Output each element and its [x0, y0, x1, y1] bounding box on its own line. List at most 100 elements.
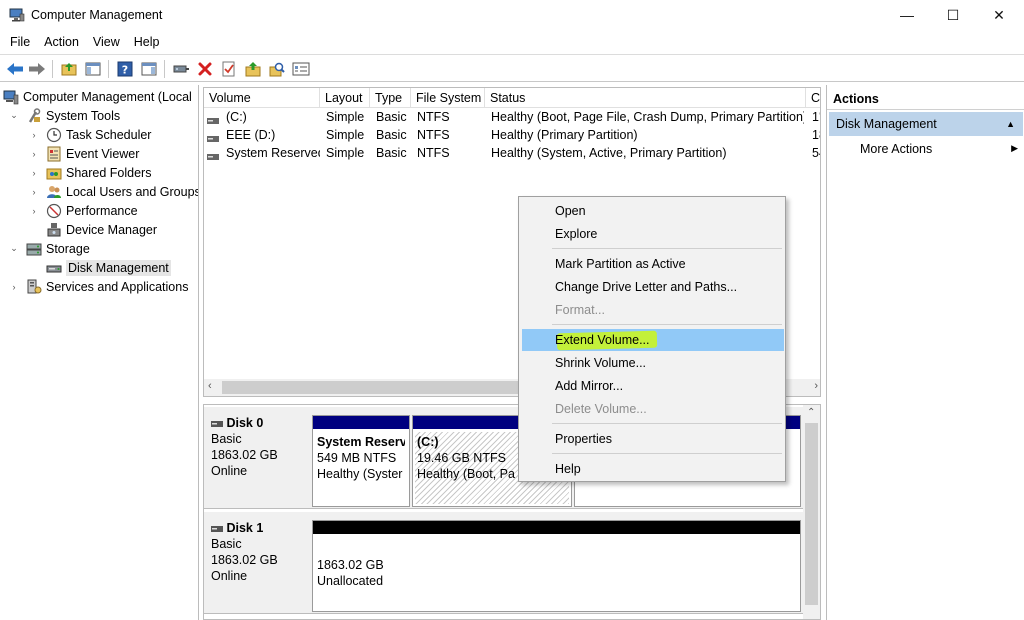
tree-item-device-manager[interactable]: Device Manager [28, 220, 157, 239]
disk-type: Basic [211, 537, 242, 551]
menu-item-label: Extend Volume... [555, 333, 650, 347]
menu-view[interactable]: View [86, 32, 127, 54]
tree-item-services-and-applications[interactable]: › Services and Applications [8, 277, 188, 296]
partition-unallocated[interactable]: 1863.02 GB Unallocated [312, 520, 801, 612]
scroll-right-icon[interactable]: › [814, 380, 818, 392]
table-row[interactable]: (C:) Simple Basic NTFS Healthy (Boot, Pa… [204, 108, 820, 126]
chevron-right-icon[interactable]: › [28, 168, 40, 178]
context-menu-mark-partition-active[interactable]: Mark Partition as Active [522, 253, 784, 275]
tree-item-event-viewer[interactable]: › Event Viewer [28, 144, 139, 163]
actions-pane: Actions Disk Management ▲ More Actions ▶ [826, 85, 1024, 620]
chevron-right-icon[interactable]: › [28, 130, 40, 140]
tree-item-label: Performance [66, 203, 138, 218]
disk-size: 1863.02 GB [211, 448, 278, 462]
chevron-right-icon[interactable]: › [28, 206, 40, 216]
volume-file-system: NTFS [417, 110, 450, 124]
minimize-button[interactable]: — [884, 0, 930, 30]
chevron-right-icon[interactable]: › [28, 149, 40, 159]
column-header-capacity[interactable]: C [806, 88, 820, 108]
maximize-button[interactable]: ☐ [930, 0, 976, 30]
column-header-volume[interactable]: Volume [204, 88, 320, 108]
table-row[interactable]: EEE (D:) Simple Basic NTFS Healthy (Prim… [204, 126, 820, 144]
scrollbar-thumb[interactable] [222, 381, 522, 394]
context-menu-open[interactable]: Open [522, 200, 784, 222]
context-menu-delete-volume: Delete Volume... [522, 398, 784, 420]
column-header-type[interactable]: Type [370, 88, 411, 108]
scrollbar-thumb[interactable] [805, 423, 818, 605]
menu-action[interactable]: Action [37, 32, 86, 54]
check-icon[interactable] [220, 60, 238, 78]
chevron-right-icon[interactable]: › [8, 282, 20, 292]
tree-item-label: Disk Management [66, 259, 171, 276]
volume-list-header: Volume Layout Type File System Status C [204, 88, 820, 108]
volume-file-system: NTFS [417, 128, 450, 142]
chevron-down-icon[interactable]: ⌄ [8, 110, 20, 121]
computer-management-icon [3, 89, 19, 105]
menu-file[interactable]: File [0, 32, 37, 54]
volume-name: (C:) [226, 110, 247, 124]
disk-info[interactable]: Disk 0 Basic 1863.02 GB Online [211, 415, 278, 479]
menu-item-label: Change Drive Letter and Paths... [555, 280, 738, 294]
context-menu-change-drive-letter[interactable]: Change Drive Letter and Paths... [522, 276, 784, 298]
disk-info[interactable]: Disk 1 Basic 1863.02 GB Online [211, 520, 278, 584]
up-folder-icon[interactable] [60, 60, 78, 78]
partition-color-bar [313, 521, 800, 534]
context-menu-properties[interactable]: Properties [522, 428, 784, 450]
chevron-up-icon[interactable]: ⌃ [807, 407, 815, 418]
navigation-tree: Computer Management (Local ⌄ System Tool… [0, 85, 199, 620]
volume-name: System Reserved [226, 146, 320, 160]
context-menu-shrink-volume[interactable]: Shrink Volume... [522, 352, 784, 374]
connect-icon[interactable] [172, 60, 190, 78]
svg-text:?: ? [122, 64, 128, 77]
column-header-status[interactable]: Status [485, 88, 806, 108]
context-menu-extend-volume[interactable]: Extend Volume... [522, 329, 784, 351]
context-menu: Open Explore Mark Partition as Active Ch… [518, 196, 786, 482]
context-menu-add-mirror[interactable]: Add Mirror... [522, 375, 784, 397]
volume-status: Healthy (Boot, Page File, Crash Dump, Pr… [491, 110, 804, 124]
menu-item-label: Open [555, 204, 586, 218]
tree-item-shared-folders[interactable]: › Shared Folders [28, 163, 152, 182]
menu-item-label: Explore [555, 227, 598, 241]
menu-separator [552, 248, 782, 249]
close-button[interactable]: ✕ [976, 0, 1022, 30]
more-actions-item[interactable]: More Actions ▶ [860, 140, 1020, 160]
menu-item-label: Mark Partition as Active [555, 257, 686, 271]
volume-type: Basic [376, 128, 407, 142]
tree-item-task-scheduler[interactable]: › Task Scheduler [28, 125, 151, 144]
column-header-file-system[interactable]: File System [411, 88, 485, 108]
menu-help[interactable]: Help [127, 32, 167, 54]
collapse-up-icon[interactable]: ▲ [1006, 119, 1015, 129]
help-icon[interactable]: ? [116, 60, 134, 78]
tree-item-system-tools[interactable]: ⌄ System Tools [8, 106, 120, 125]
menu-item-label: Help [555, 462, 581, 476]
export-icon[interactable] [244, 60, 262, 78]
properties-icon[interactable] [292, 60, 310, 78]
shared-folder-icon [46, 165, 62, 181]
users-icon [46, 184, 62, 200]
vertical-scrollbar[interactable]: ⌃ [803, 405, 820, 619]
delete-icon[interactable] [196, 60, 214, 78]
scroll-left-icon[interactable]: ‹ [208, 380, 212, 392]
context-menu-explore[interactable]: Explore [522, 223, 784, 245]
back-arrow-icon[interactable] [6, 60, 24, 78]
actions-section-disk-management[interactable]: Disk Management ▲ [829, 112, 1023, 136]
tree-item-disk-management[interactable]: Disk Management [28, 258, 171, 277]
tree-item-performance[interactable]: › Performance [28, 201, 138, 220]
column-header-layout[interactable]: Layout [320, 88, 370, 108]
actions-section-label: Disk Management [836, 117, 937, 131]
show-hide-tree-icon[interactable] [84, 60, 102, 78]
partition-system-reserved[interactable]: System Reserv 549 MB NTFS Healthy (Syste… [312, 415, 410, 507]
tree-item-computer-management[interactable]: Computer Management (Local [3, 87, 192, 106]
tree-item-local-users-and-groups[interactable]: › Local Users and Groups [28, 182, 199, 201]
tree-item-label: Storage [46, 241, 90, 256]
show-hide-action-pane-icon[interactable] [140, 60, 158, 78]
forward-arrow-icon[interactable] [28, 60, 46, 78]
volume-layout: Simple [326, 128, 365, 142]
table-row[interactable]: System Reserved Simple Basic NTFS Health… [204, 144, 820, 162]
context-menu-help[interactable]: Help [522, 458, 784, 480]
search-icon[interactable] [268, 60, 286, 78]
chevron-right-icon[interactable]: › [28, 187, 40, 197]
tree-item-storage[interactable]: ⌄ Storage [8, 239, 90, 258]
chevron-down-icon[interactable]: ⌄ [8, 243, 20, 254]
volume-name: EEE (D:) [226, 128, 276, 142]
